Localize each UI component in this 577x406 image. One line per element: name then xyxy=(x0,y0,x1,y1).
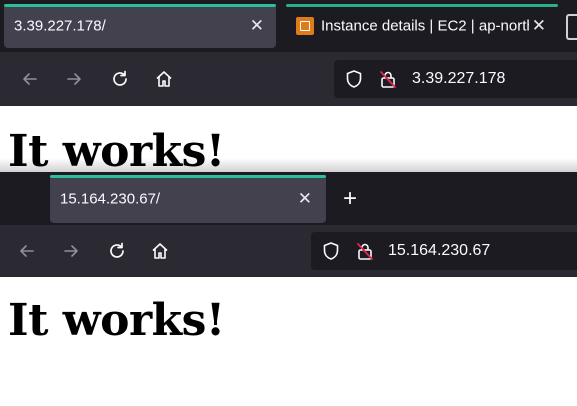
insecure-lock-icon[interactable] xyxy=(355,241,375,261)
tracking-protection-shield-icon[interactable] xyxy=(344,69,364,89)
tab-server-15-164-230-67[interactable]: 15.164.230.67/ ✕ xyxy=(50,175,326,223)
navigation-toolbar: 15.164.230.67 xyxy=(0,225,577,277)
reload-button[interactable] xyxy=(103,237,131,265)
tab-ec2-instance-details[interactable]: Instance details | EC2 | ap-northeast-2 … xyxy=(286,4,558,48)
home-button[interactable] xyxy=(150,65,178,93)
home-button[interactable] xyxy=(146,237,174,265)
browser-window-back: 3.39.227.178/ ✕ Instance details | EC2 |… xyxy=(0,0,577,172)
tab-close-icon[interactable]: ✕ xyxy=(532,16,546,36)
tab-indicator xyxy=(286,4,558,7)
active-tab-indicator xyxy=(50,175,326,178)
tab-title: Instance details | EC2 | ap-northeast-2 xyxy=(321,17,529,35)
browser-window-front: 15.164.230.67/ ✕ + 15.164.230.67 It work… xyxy=(0,172,577,406)
forward-button[interactable] xyxy=(60,65,88,93)
arrow-left-icon xyxy=(20,245,34,257)
window-shadow xyxy=(0,158,577,172)
tracking-protection-shield-icon[interactable] xyxy=(321,241,341,261)
tab-server-3-39-227-178[interactable]: 3.39.227.178/ ✕ xyxy=(4,4,276,48)
arrow-right-icon xyxy=(64,245,78,257)
aws-console-favicon-icon xyxy=(296,17,314,35)
tab-close-icon[interactable]: ✕ xyxy=(298,189,312,209)
arrow-left-icon xyxy=(23,73,37,85)
insecure-lock-icon[interactable] xyxy=(378,69,398,89)
navigation-toolbar: 3.39.227.178 xyxy=(0,52,577,106)
active-tab-indicator xyxy=(4,4,276,7)
page-content: It works! xyxy=(0,277,577,406)
reload-icon xyxy=(110,242,124,258)
page-heading: It works! xyxy=(8,295,225,346)
tab-title: 3.39.227.178/ xyxy=(14,17,106,35)
tab-strip: 15.164.230.67/ ✕ + xyxy=(0,172,577,225)
arrow-right-icon xyxy=(67,73,81,85)
url-text: 15.164.230.67 xyxy=(388,242,491,259)
reload-icon xyxy=(113,70,127,86)
back-button[interactable] xyxy=(13,237,41,265)
url-text: 3.39.227.178 xyxy=(412,70,506,87)
overflow-tab-icon[interactable] xyxy=(566,14,577,40)
new-tab-button[interactable]: + xyxy=(343,185,357,213)
url-bar[interactable]: 15.164.230.67 xyxy=(311,232,577,270)
home-icon xyxy=(152,243,168,259)
tab-strip: 3.39.227.178/ ✕ Instance details | EC2 |… xyxy=(0,0,577,52)
tab-close-icon[interactable]: ✕ xyxy=(250,16,264,36)
forward-button[interactable] xyxy=(57,237,85,265)
home-icon xyxy=(156,71,172,87)
tab-title: 15.164.230.67/ xyxy=(60,190,161,208)
back-button[interactable] xyxy=(16,65,44,93)
url-bar[interactable]: 3.39.227.178 xyxy=(334,60,577,98)
reload-button[interactable] xyxy=(106,65,134,93)
